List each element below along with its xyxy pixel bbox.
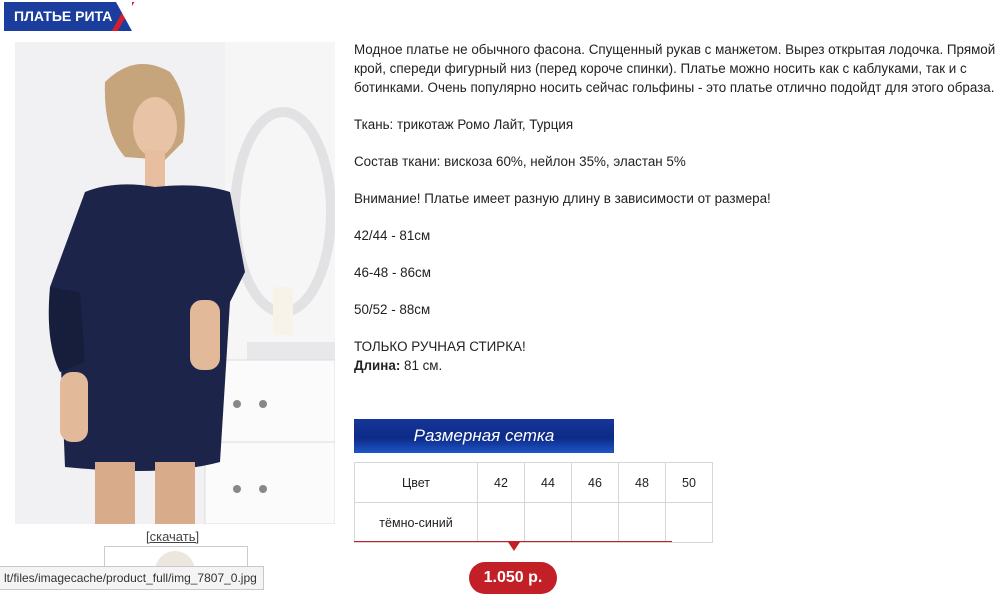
- size-table: Цвет 42 44 46 48 50 тёмно-синий: [354, 462, 713, 543]
- product-description: Модное платье не обычного фасона. Спущен…: [354, 40, 1004, 375]
- product-title: ПЛАТЬЕ РИТА: [14, 8, 113, 24]
- download-link[interactable]: [скачать]: [146, 529, 199, 544]
- length-size-42-44: 42/44 - 81см: [354, 228, 431, 243]
- size-header-color: Цвет: [354, 462, 478, 503]
- description-paragraph: Модное платье не обычного фасона. Спущен…: [354, 42, 996, 95]
- fabric-line: Ткань: трикотаж Ромо Лайт, Турция: [354, 117, 574, 132]
- size-cell-48[interactable]: [618, 502, 666, 543]
- length-size-50-52: 50/52 - 88см: [354, 302, 431, 317]
- status-url: lt/files/imagecache/product_full/img_780…: [0, 566, 264, 590]
- size-cell-42[interactable]: [477, 502, 525, 543]
- length-value: 81 см.: [400, 358, 443, 373]
- color-cell: тёмно-синий: [354, 502, 478, 543]
- product-photo[interactable]: [15, 42, 335, 524]
- price-badge: 1.050 р.: [469, 562, 557, 594]
- size-cell-44[interactable]: [524, 502, 572, 543]
- product-photo-illustration: [15, 42, 335, 524]
- price-pointer-icon: [508, 542, 520, 551]
- product-title-tab: ПЛАТЬЕ РИТА: [4, 2, 135, 31]
- size-header-48: 48: [618, 462, 666, 503]
- size-header-50: 50: [665, 462, 713, 503]
- title-tab-corner: [116, 2, 132, 31]
- size-cell-50[interactable]: [665, 502, 713, 543]
- table-row: тёмно-синий: [354, 502, 713, 543]
- warning-line: Внимание! Платье имеет разную длину в за…: [354, 191, 771, 206]
- size-table-header: Цвет 42 44 46 48 50: [354, 462, 713, 503]
- length-size-46-48: 46-48 - 86см: [354, 265, 431, 280]
- length-line: Длина: 81 см.: [354, 356, 1004, 375]
- wash-note: ТОЛЬКО РУЧНАЯ СТИРКА!: [354, 339, 526, 354]
- size-chart-button[interactable]: Размерная сетка: [354, 419, 614, 453]
- size-header-46: 46: [571, 462, 619, 503]
- composition-line: Состав ткани: вискоза 60%, нейлон 35%, э…: [354, 154, 686, 169]
- size-cell-46[interactable]: [571, 502, 619, 543]
- size-header-42: 42: [477, 462, 525, 503]
- length-label: Длина:: [354, 358, 401, 373]
- size-header-44: 44: [524, 462, 572, 503]
